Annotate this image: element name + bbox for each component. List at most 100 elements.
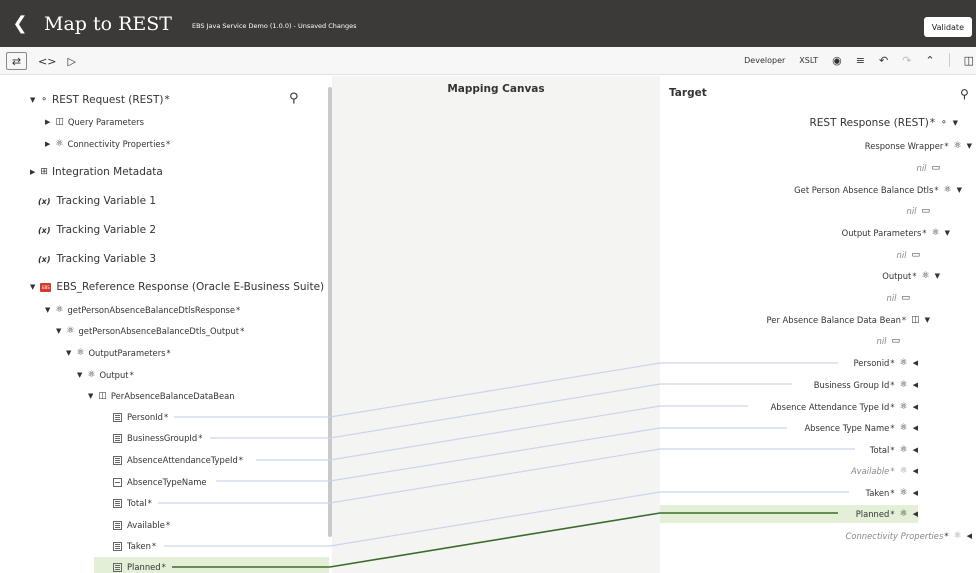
code-view-icon[interactable]: <> [38, 55, 56, 68]
source-field-available[interactable]: Available * [113, 520, 170, 530]
filter-icon[interactable]: ≡ [856, 54, 865, 67]
source-field-taken[interactable]: Taken * [113, 541, 156, 551]
target-field-absence-type-name[interactable]: Absence Type Name * ⚛ ◀ [804, 423, 918, 433]
target-field-absence-attendance-type-id[interactable]: Absence Attendance Type Id * ⚛ ◀ [771, 402, 918, 412]
target-field-taken[interactable]: Taken * ⚛ ◀ [865, 488, 918, 498]
ebs-icon: EBS [40, 282, 52, 292]
collapse-left-icon: ◀ [912, 446, 918, 454]
expand-icon: ▼ [952, 119, 958, 127]
complex-icon: ⚛ [899, 509, 908, 519]
target-field-total[interactable]: Total * ⚛ ◀ [870, 445, 918, 455]
view-icon[interactable]: ◉ [832, 54, 842, 67]
collapse-left-icon: ◀ [912, 403, 918, 411]
target-node-output[interactable]: Output * ⚛ ▼ [882, 271, 940, 281]
collapse-left-icon: ◀ [912, 489, 918, 497]
source-field-absenceattendancetypeid[interactable]: AbsenceAttendanceTypeId * [113, 455, 243, 465]
developer-toggle[interactable]: Developer [744, 56, 785, 65]
grid-icon: ⊞ [40, 167, 48, 177]
target-nil-2[interactable]: nil ▭ [907, 206, 930, 216]
field-icon [113, 477, 122, 487]
toolbar: ⇄ <> ▷ Developer XSLT ◉ ≡ ↶ ↷ ⌃ ◫ [0, 47, 976, 75]
target-field-available[interactable]: Available * ⚛ ◀ [851, 466, 918, 476]
target-nil-4[interactable]: nil ▭ [887, 293, 910, 303]
nil-icon: ▭ [911, 250, 920, 260]
collapsed-icon: ▶ [30, 168, 36, 176]
target-node-connectivity[interactable]: Connectivity Properties * ⚛ ◀ [846, 531, 972, 541]
target-node-rest-response[interactable]: REST Response (REST) * ⚬ ▼ [809, 117, 958, 129]
tree-node-output-parameters[interactable]: ▼ ⚛ OutputParameters * [66, 348, 171, 358]
page-subtitle: EBS Java Service Demo (1.0.0) - Unsaved … [191, 21, 357, 30]
tree-node-ebs-response[interactable]: ▼ EBS EBS_Reference Response (Oracle E-Bus… [30, 281, 324, 293]
target-node-response-wrapper[interactable]: Response Wrapper * ⚛ ▼ [865, 141, 972, 151]
tree-node-tracking-3[interactable]: (x) Tracking Variable 3 [38, 253, 156, 265]
expand-icon: ▼ [30, 283, 36, 291]
complex-icon: ⚛ [55, 305, 64, 315]
field-icon [113, 433, 122, 443]
run-test-icon[interactable]: ▷ [67, 55, 75, 68]
target-nil-5[interactable]: nil ▭ [877, 336, 900, 346]
nil-icon: ▭ [891, 336, 900, 346]
complex-icon: ⚛ [899, 466, 908, 476]
complex-icon: ⚛ [899, 358, 908, 368]
tree-node-tracking-1[interactable]: (x) Tracking Variable 1 [38, 195, 156, 207]
target-search-icon[interactable]: ⚲ [960, 87, 969, 101]
back-button[interactable]: ❮ [0, 0, 40, 47]
target-field-planned[interactable]: Planned * ⚛ ◀ [856, 509, 918, 519]
nil-icon: ▭ [901, 293, 910, 303]
target-nil-3[interactable]: nil ▭ [897, 250, 920, 260]
source-scrollbar[interactable] [328, 87, 332, 537]
tree-node-rest-request[interactable]: ▼ ⚬ REST Request (REST) * [30, 94, 170, 106]
complex-icon: ⚛ [953, 531, 962, 541]
complex-icon: ⚛ [87, 370, 96, 380]
target-node-output-parameters[interactable]: Output Parameters * ⚛ ▼ [842, 228, 950, 238]
group-icon: ◫ [911, 315, 920, 325]
toolbar-divider [948, 53, 950, 67]
panel-toggle-icon[interactable]: ◫ [964, 54, 974, 67]
target-node-bean[interactable]: Per Absence Balance Data Bean * ◫ ▼ [767, 315, 930, 325]
field-icon [113, 498, 122, 508]
nil-icon: ▭ [921, 206, 930, 216]
group-icon: ◫ [98, 391, 107, 401]
redo-icon[interactable]: ↷ [902, 54, 911, 67]
xslt-toggle[interactable]: XSLT [799, 56, 818, 65]
tree-node-get-output[interactable]: ▼ ⚛ getPersonAbsenceBalanceDtls_Output * [56, 326, 244, 336]
variable-icon: (x) [38, 196, 51, 206]
expand-icon: ▼ [934, 272, 940, 280]
expand-icon: ▼ [30, 96, 36, 104]
tree-node-output[interactable]: ▼ ⚛ Output * [77, 370, 134, 380]
swap-panels-button[interactable]: ⇄ [6, 52, 27, 70]
complex-icon: ⚛ [899, 445, 908, 455]
variable-icon: (x) [38, 254, 51, 264]
source-field-total[interactable]: Total * [113, 498, 152, 508]
source-field-businessgroupid[interactable]: BusinessGroupId * [113, 433, 202, 443]
tree-node-integration-metadata[interactable]: ▶ ⊞ Integration Metadata [30, 166, 163, 178]
source-field-personid[interactable]: PersonId * [113, 412, 168, 422]
rest-icon: ⚬ [40, 95, 48, 105]
target-node-get-dtls[interactable]: Get Person Absence Balance Dtls * ⚛ ▼ [794, 185, 962, 195]
target-nil-1[interactable]: nil ▭ [917, 163, 940, 173]
target-field-personid[interactable]: Personid * ⚛ ◀ [854, 358, 918, 368]
group-icon: ◫ [55, 117, 64, 127]
expand-icon: ▼ [924, 316, 930, 324]
tree-node-query-params[interactable]: ▶ ◫ Query Parameters [45, 117, 144, 127]
tree-node-connectivity[interactable]: ▶ ⚛ Connectivity Properties * [45, 139, 170, 149]
chevron-left-icon: ❮ [12, 13, 28, 34]
source-panel [0, 76, 330, 573]
expand-icon: ▼ [966, 142, 972, 150]
source-field-absencetypename[interactable]: AbsenceTypeName [113, 477, 207, 487]
complex-icon: ⚛ [921, 271, 930, 281]
source-field-planned[interactable]: Planned * [113, 562, 166, 572]
undo-icon[interactable]: ↶ [879, 54, 888, 67]
tree-node-bean[interactable]: ▼ ◫ PerAbsenceBalanceDataBean [88, 391, 235, 401]
field-icon [113, 520, 122, 530]
tree-node-tracking-2[interactable]: (x) Tracking Variable 2 [38, 224, 156, 236]
collapsed-icon: ▶ [45, 118, 51, 126]
source-search-icon[interactable]: ⚲ [289, 91, 299, 106]
validate-button[interactable]: Validate [923, 17, 972, 37]
page-title: Map to REST [44, 12, 172, 35]
tree-node-get-response[interactable]: ▼ ⚛ getPersonAbsenceBalanceDtlsResponse * [45, 305, 240, 315]
target-field-business-group-id[interactable]: Business Group Id * ⚛ ◀ [814, 380, 918, 390]
complex-icon: ⚛ [943, 185, 952, 195]
canvas-title: Mapping Canvas [447, 83, 545, 95]
collapse-icon[interactable]: ⌃ [925, 54, 934, 67]
